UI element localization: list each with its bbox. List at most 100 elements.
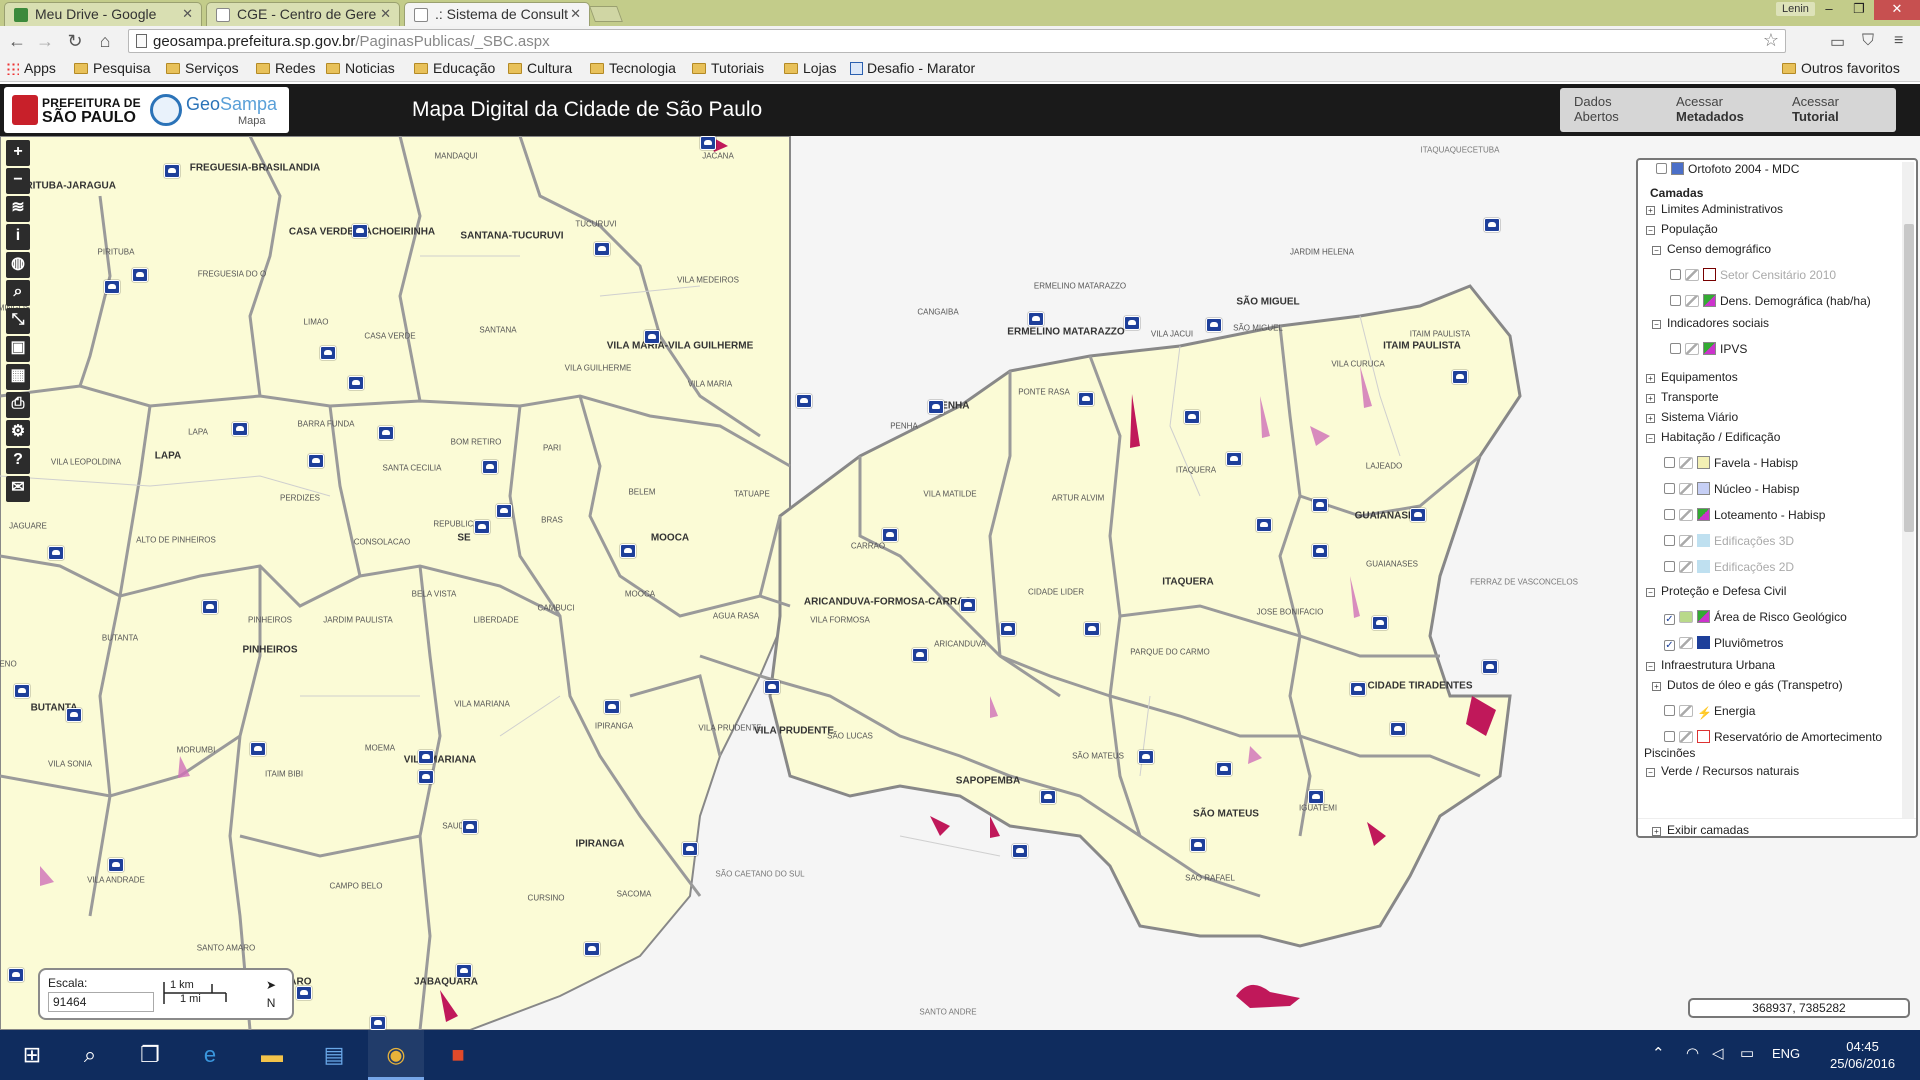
group-habitacao[interactable]: − Habitação / Edificação — [1646, 430, 1780, 444]
pluviometer-icon[interactable] — [1206, 318, 1222, 332]
map-canvas[interactable]: FREGUESIA-BRASILANDIA CASA VERDE-CACHOEI… — [0, 136, 1920, 1030]
control-panel-icon[interactable]: ▤ — [306, 1030, 362, 1080]
bookmark-lojas[interactable]: Lojas — [784, 60, 836, 76]
layer-checkbox[interactable] — [1670, 343, 1681, 354]
new-tab-button[interactable] — [589, 6, 623, 22]
pluviometer-icon[interactable] — [796, 394, 812, 408]
group-populacao[interactable]: − População — [1646, 222, 1718, 236]
info-icon[interactable]: i — [6, 224, 30, 250]
layer-area-risco[interactable]: Área de Risco Geológico — [1664, 610, 1847, 625]
pluviometer-icon[interactable] — [1484, 218, 1500, 232]
bookmark-redes[interactable]: Redes — [256, 60, 315, 76]
expand-icon[interactable]: + — [1652, 827, 1661, 836]
pluviometer-icon[interactable] — [104, 280, 120, 294]
group-infraestrutura[interactable]: − Infraestrutura Urbana — [1646, 658, 1775, 672]
pluviometer-icon[interactable] — [1124, 316, 1140, 330]
measure-icon[interactable]: ⤡ — [6, 308, 30, 334]
layer-checkbox[interactable] — [1664, 731, 1675, 742]
acessar-tutorial-button[interactable]: Acessar Tutorial — [1778, 88, 1896, 132]
pluviometer-icon[interactable] — [250, 742, 266, 756]
collapse-icon[interactable]: − — [1652, 320, 1661, 329]
group-dutos[interactable]: + Dutos de óleo e gás (Transpetro) — [1652, 678, 1843, 692]
pluviometer-icon[interactable] — [1312, 498, 1328, 512]
group-censo[interactable]: − Censo demográfico — [1652, 242, 1771, 256]
acessar-metadados-button[interactable]: Acessar Metadados — [1662, 88, 1788, 132]
pluviometer-icon[interactable] — [164, 164, 180, 178]
tab-cge[interactable]: CGE - Centro de Gere ✕ — [206, 2, 400, 26]
edge-browser-icon[interactable]: e — [182, 1030, 238, 1080]
pluviometer-icon[interactable] — [1482, 660, 1498, 674]
pluviometer-icon[interactable] — [764, 680, 780, 694]
page-info-icon[interactable] — [136, 34, 147, 48]
clock[interactable]: 04:45 25/06/2016 — [1830, 1038, 1895, 1072]
pluviometer-icon[interactable] — [1308, 790, 1324, 804]
bookmark-tutoriais[interactable]: Tutoriais — [692, 60, 764, 76]
pluviometer-icon[interactable] — [1000, 622, 1016, 636]
pluviometer-icon[interactable] — [620, 544, 636, 558]
volume-icon[interactable]: ◁ — [1712, 1044, 1724, 1062]
dados-abertos-button[interactable]: Dados Abertos — [1560, 88, 1674, 132]
language-indicator[interactable]: ENG — [1772, 1046, 1800, 1061]
help-icon[interactable]: ? — [6, 448, 30, 474]
pluviometer-icon[interactable] — [48, 546, 64, 560]
pluviometer-icon[interactable] — [474, 520, 490, 534]
file-explorer-icon[interactable]: ▬ — [244, 1030, 300, 1080]
pluviometer-icon[interactable] — [14, 684, 30, 698]
pluviometer-icon[interactable] — [912, 648, 928, 662]
notifications-icon[interactable]: ▭ — [1740, 1044, 1754, 1062]
layer-dens-demografica[interactable]: Dens. Demográfica (hab/ha) — [1670, 294, 1871, 308]
globe-icon[interactable]: ◍ — [6, 252, 30, 278]
settings-icon[interactable]: ⚙ — [6, 420, 30, 446]
bookmark-star-icon[interactable]: ☆ — [1763, 30, 1779, 51]
pluviometer-icon[interactable] — [1138, 750, 1154, 764]
bookmark-outros-favoritos[interactable]: Outros favoritos — [1782, 60, 1900, 76]
layer-scrollbar-thumb[interactable] — [1904, 224, 1914, 532]
pluviometer-icon[interactable] — [928, 400, 944, 414]
pluviometer-icon[interactable] — [1190, 838, 1206, 852]
bookmark-tecnologia[interactable]: Tecnologia — [590, 60, 676, 76]
expand-icon[interactable]: + — [1646, 414, 1655, 423]
pluviometer-icon[interactable] — [378, 426, 394, 440]
ruler-icon[interactable]: ▦ — [6, 364, 30, 390]
zoom-out-icon[interactable]: − — [6, 168, 30, 194]
pluviometer-icon[interactable] — [960, 598, 976, 612]
cast-icon[interactable]: ▭ — [1830, 32, 1845, 52]
pluviometer-icon[interactable] — [594, 242, 610, 256]
layer-pluviometros[interactable]: Pluviômetros — [1664, 636, 1783, 651]
group-sistema-viario[interactable]: + Sistema Viário — [1646, 410, 1738, 424]
group-verde[interactable]: − Verde / Recursos naturais — [1646, 764, 1799, 778]
home-icon[interactable]: ⌂ — [94, 31, 116, 51]
pluviometer-icon[interactable] — [1312, 544, 1328, 558]
pluviometer-icon[interactable] — [418, 750, 434, 764]
pluviometer-icon[interactable] — [1184, 410, 1200, 424]
layer-checkbox[interactable] — [1656, 163, 1667, 174]
pluviometer-icon[interactable] — [66, 708, 82, 722]
restore-icon[interactable]: ❐ — [1844, 0, 1874, 20]
pluviometer-icon[interactable] — [320, 346, 336, 360]
save-icon[interactable]: ▣ — [6, 336, 30, 362]
layer-setor-censitario[interactable]: Setor Censitário 2010 — [1670, 268, 1836, 282]
window-close-icon[interactable]: ✕ — [1874, 0, 1920, 20]
bookmark-noticias[interactable]: Noticias — [326, 60, 395, 76]
expand-icon[interactable]: + — [1646, 374, 1655, 383]
bookmark-educacao[interactable]: Educação — [414, 60, 495, 76]
chrome-icon[interactable]: ◉ — [368, 1030, 424, 1080]
pluviometer-icon[interactable] — [456, 964, 472, 978]
collapse-icon[interactable]: − — [1646, 768, 1655, 777]
layer-reservatorio[interactable]: Reservatório de Amortecimento — [1664, 730, 1882, 744]
group-transporte[interactable]: + Transporte — [1646, 390, 1719, 404]
forward-arrow-icon[interactable]: → — [34, 31, 56, 51]
layer-ipvs[interactable]: IPVS — [1670, 342, 1747, 356]
address-bar[interactable]: geosampa.prefeitura.sp.gov.br/PaginasPub… — [128, 29, 1786, 53]
expand-icon[interactable]: + — [1652, 682, 1661, 691]
pluviometer-icon[interactable] — [348, 376, 364, 390]
pluviometer-icon[interactable] — [1028, 312, 1044, 326]
pluviometer-icon[interactable] — [1372, 616, 1388, 630]
pluviometer-icon[interactable] — [1012, 844, 1028, 858]
pluviometer-icon[interactable] — [8, 968, 24, 982]
layer-checkbox[interactable] — [1664, 614, 1675, 625]
back-arrow-icon[interactable]: ← — [6, 31, 28, 51]
layer-checkbox[interactable] — [1664, 535, 1675, 546]
expand-icon[interactable]: + — [1646, 394, 1655, 403]
layer-edificacoes-3d[interactable]: Edificações 3D — [1664, 534, 1794, 548]
